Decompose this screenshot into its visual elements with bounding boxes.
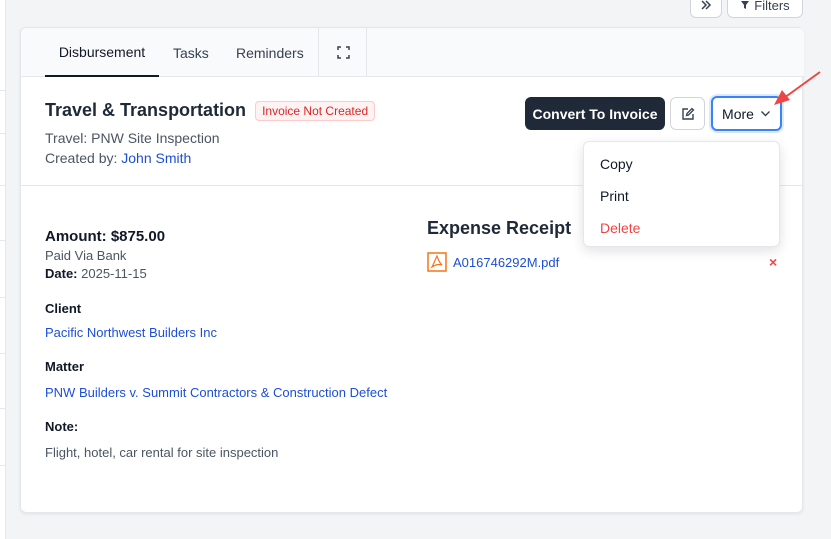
tab-disbursement[interactable]: Disbursement <box>45 28 159 77</box>
delete-receipt-button[interactable]: × <box>769 254 777 270</box>
double-chevron-right-icon <box>701 0 712 10</box>
convert-to-invoice-button[interactable]: Convert To Invoice <box>525 97 665 130</box>
more-dropdown-menu: Copy Print Delete <box>583 141 780 247</box>
status-badge: Invoice Not Created <box>255 100 376 121</box>
row-divider <box>0 465 6 466</box>
receipt-file[interactable]: A016746292M.pdf <box>427 252 559 272</box>
edit-button[interactable] <box>670 97 705 130</box>
edit-icon <box>681 107 694 120</box>
receipt-file-link[interactable]: A016746292M.pdf <box>453 255 559 270</box>
tab-bar: Disbursement Tasks Reminders <box>21 28 804 77</box>
menu-item-delete[interactable]: Delete <box>584 212 779 244</box>
page-title: Travel & Transportation <box>45 100 247 120</box>
matter-link[interactable]: PNW Builders v. Summit Contractors & Con… <box>45 383 405 402</box>
collapse-panel-button[interactable] <box>690 0 722 18</box>
menu-item-print[interactable]: Print <box>584 180 779 212</box>
created-by-label: Created by: <box>45 150 118 166</box>
filter-icon <box>741 1 750 9</box>
more-label: More <box>722 105 754 122</box>
tab-tasks[interactable]: Tasks <box>173 28 209 77</box>
row-divider <box>0 185 6 186</box>
disbursement-details: Amount: $875.00 Paid Via Bank Date: 2025… <box>45 228 405 460</box>
tab-divider <box>366 28 367 77</box>
row-divider <box>0 240 6 241</box>
tab-divider <box>318 28 319 77</box>
expense-receipt-title: Expense Receipt <box>427 218 572 238</box>
row-divider <box>0 408 6 409</box>
note-label: Note: <box>45 419 79 434</box>
row-divider <box>0 297 6 298</box>
created-by-user-link[interactable]: John Smith <box>121 150 191 166</box>
date-value: 2025-11-15 <box>81 266 147 281</box>
matter-label: Matter <box>45 359 85 374</box>
row-divider <box>0 90 6 91</box>
expand-icon <box>336 46 350 59</box>
row-divider <box>0 133 6 134</box>
tab-reminders[interactable]: Reminders <box>236 28 304 77</box>
expand-button[interactable] <box>329 28 357 77</box>
left-panel-edge <box>0 0 6 539</box>
pdf-file-icon <box>427 252 447 272</box>
chevron-down-icon <box>760 111 770 117</box>
disbursement-header: Travel & Transportation Invoice Not Crea… <box>45 100 376 166</box>
created-by: Created by: John Smith <box>45 150 375 166</box>
disbursement-card: Disbursement Tasks Reminders Travel & Tr… <box>20 27 804 513</box>
client-label: Client <box>45 301 82 316</box>
menu-item-copy[interactable]: Copy <box>584 148 779 180</box>
row-divider <box>0 353 6 354</box>
annotation-arrow-icon <box>774 71 821 105</box>
amount: Amount: $875.00 <box>45 228 166 245</box>
disbursement-subtitle: Travel: PNW Site Inspection <box>45 130 220 146</box>
filters-button[interactable]: Filters <box>727 0 803 18</box>
filters-label: Filters <box>754 0 790 13</box>
payment-method: Paid Via Bank <box>45 248 127 263</box>
note-value: Flight, hotel, car rental for site inspe… <box>45 445 279 460</box>
date: Date: 2025-11-15 <box>45 266 405 281</box>
client-link[interactable]: Pacific Northwest Builders Inc <box>45 325 405 340</box>
date-label: Date: <box>45 266 78 281</box>
